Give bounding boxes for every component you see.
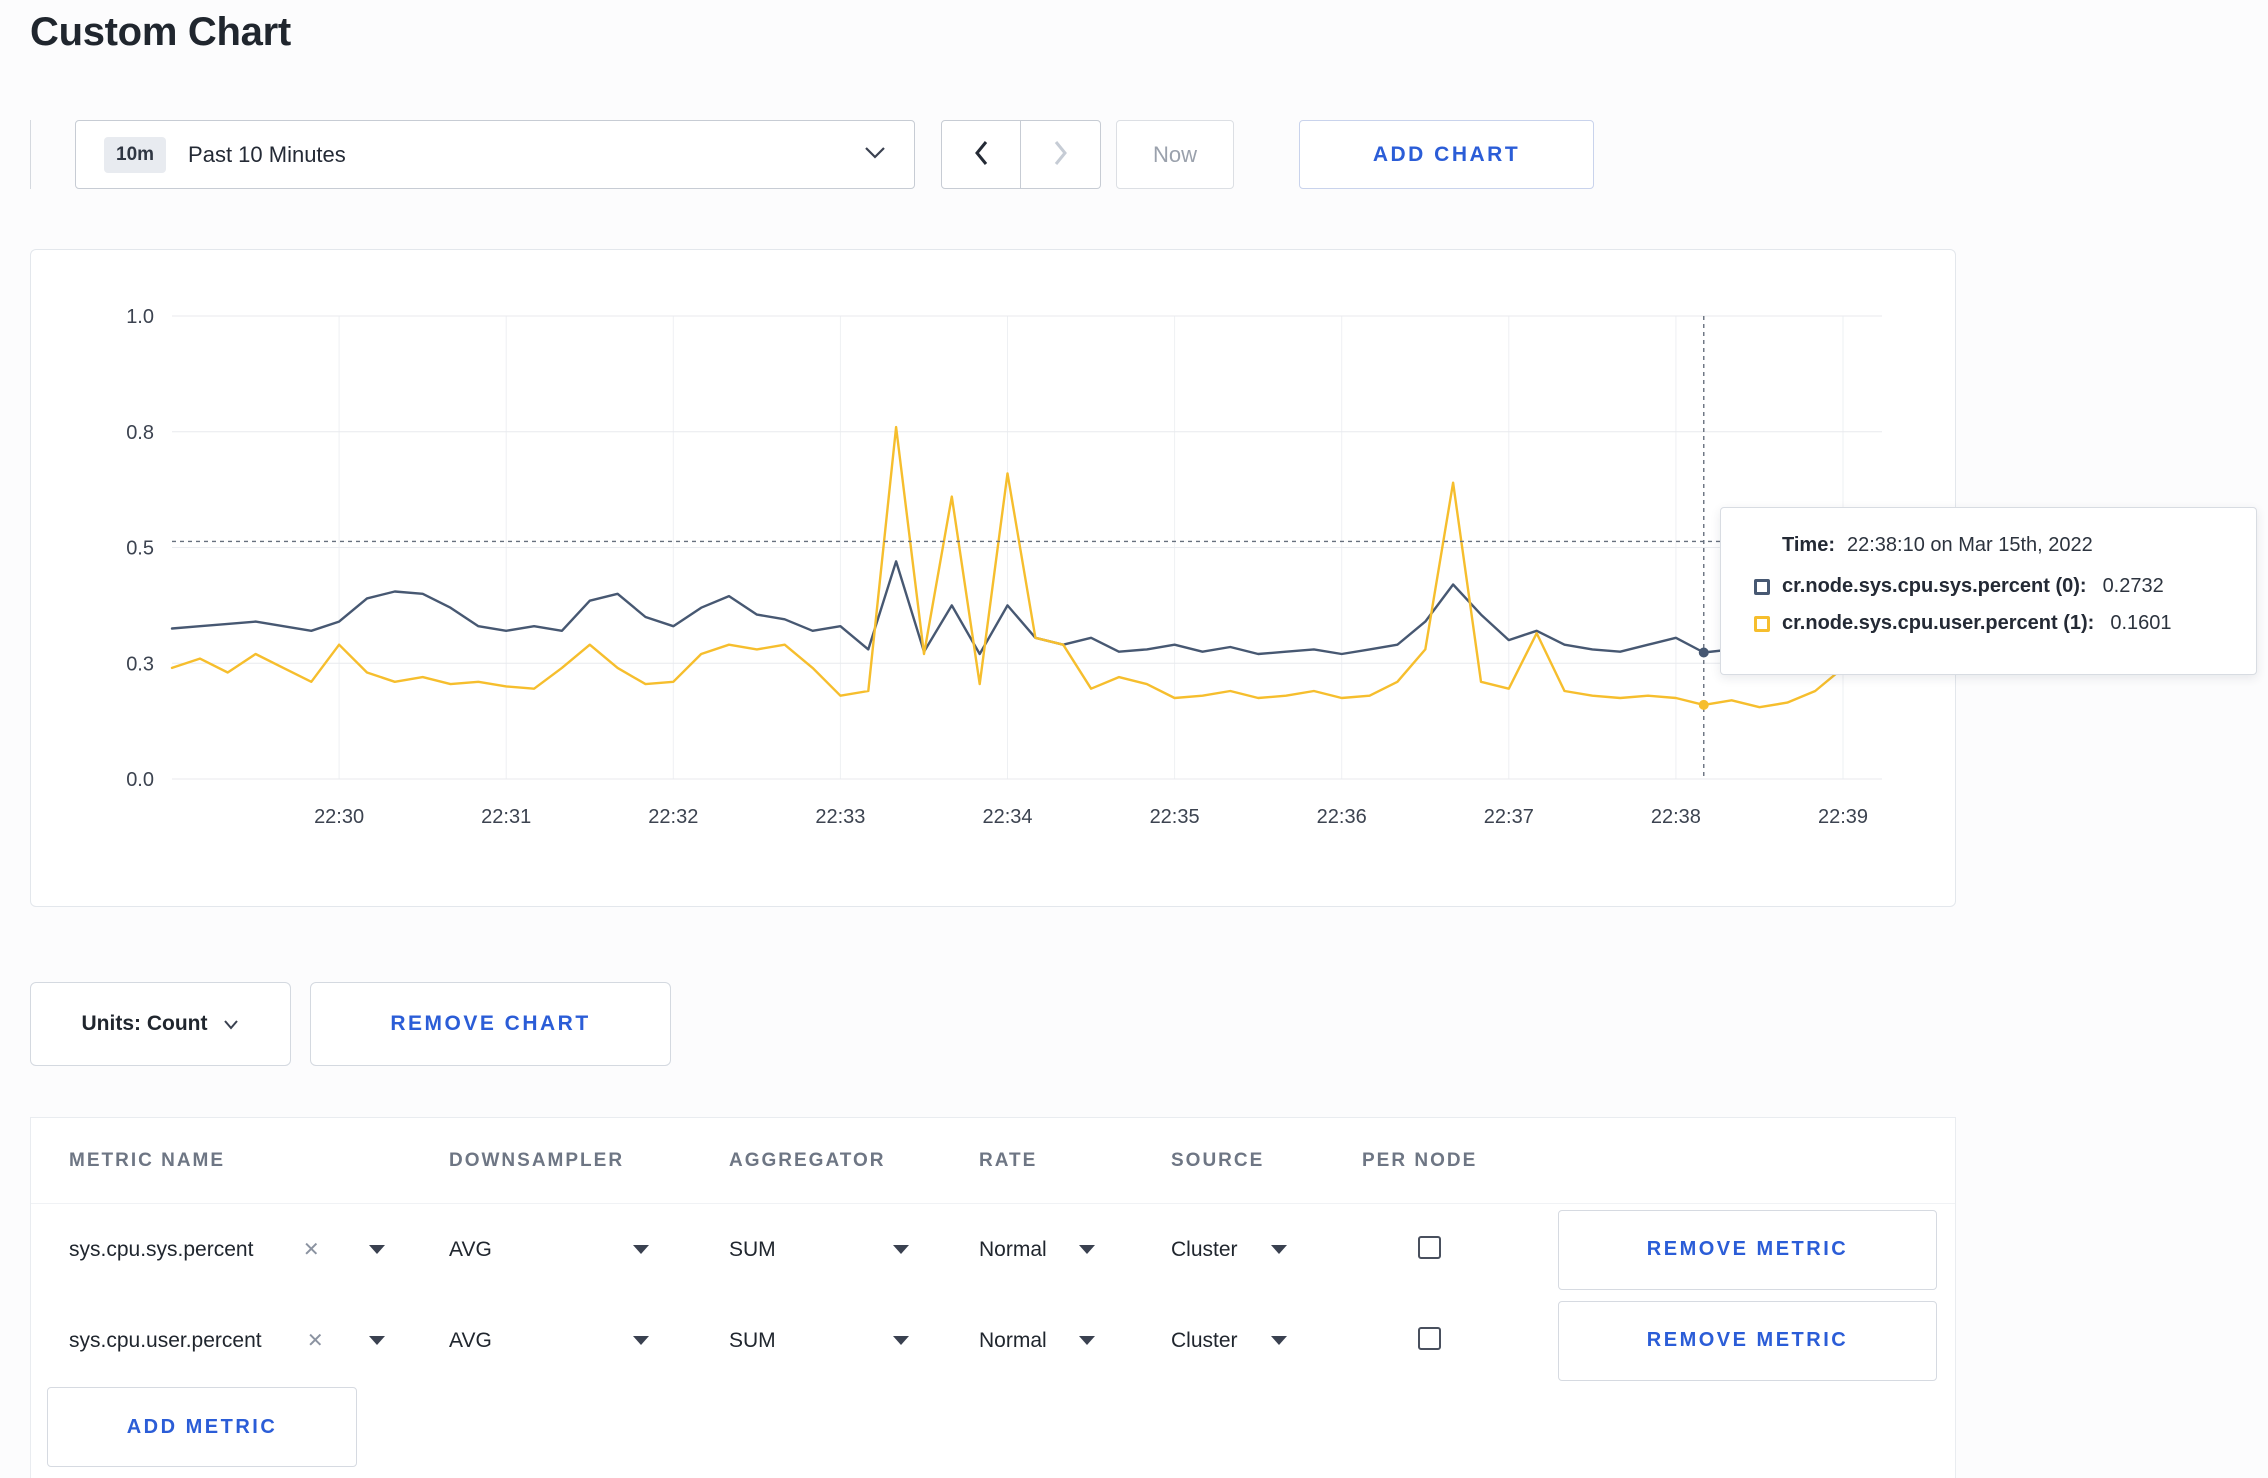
metric-row: sys.cpu.user.percent ✕ AVG SUM Normal Cl… — [31, 1295, 1955, 1386]
svg-text:22:32: 22:32 — [648, 806, 698, 828]
svg-text:22:39: 22:39 — [1818, 806, 1868, 828]
caret-down-icon — [893, 1245, 909, 1254]
tooltip-time: Time: 22:38:10 on Mar 15th, 2022 — [1754, 534, 2228, 557]
source-label: Cluster — [1171, 1328, 1238, 1352]
time-range-select[interactable]: 10m Past 10 Minutes — [75, 120, 915, 189]
aggregator-select[interactable]: SUM — [729, 1238, 909, 1262]
tooltip-series-name: cr.node.sys.cpu.user.percent (1): — [1782, 612, 2095, 634]
prev-time-button[interactable] — [941, 120, 1021, 189]
svg-text:22:33: 22:33 — [815, 806, 865, 828]
tooltip-row: cr.node.sys.cpu.sys.percent (0): 0.2732 — [1754, 575, 2228, 598]
source-label: Cluster — [1171, 1237, 1238, 1261]
caret-down-icon — [1271, 1245, 1287, 1254]
svg-text:0.0: 0.0 — [126, 769, 154, 791]
now-button[interactable]: Now — [1116, 120, 1234, 189]
clear-metric-icon[interactable]: ✕ — [303, 1237, 320, 1262]
per-node-checkbox[interactable] — [1418, 1326, 1441, 1350]
page-title: Custom Chart — [30, 10, 291, 54]
caret-down-icon — [633, 1336, 649, 1345]
caret-down-icon — [633, 1245, 649, 1254]
col-header-rate: RATE — [979, 1149, 1038, 1171]
col-header-per-node: PER NODE — [1362, 1149, 1478, 1171]
rate-label: Normal — [979, 1237, 1047, 1261]
aggregator-select[interactable]: SUM — [729, 1329, 909, 1353]
toolbar-divider — [30, 120, 31, 189]
tooltip-time-label: Time: — [1782, 534, 1835, 556]
rate-select[interactable]: Normal — [979, 1329, 1095, 1353]
per-node-checkbox[interactable] — [1418, 1235, 1441, 1259]
svg-text:22:31: 22:31 — [481, 806, 531, 828]
time-nav-group — [941, 120, 1101, 189]
tooltip-series-name: cr.node.sys.cpu.sys.percent (0): — [1782, 575, 2087, 597]
svg-text:22:35: 22:35 — [1150, 806, 1200, 828]
rate-label: Normal — [979, 1328, 1047, 1352]
col-header-metric-name: METRIC NAME — [69, 1149, 226, 1171]
units-select-button[interactable]: Units: Count — [30, 982, 291, 1066]
tooltip-time-value: 22:38:10 on Mar 15th, 2022 — [1846, 534, 2093, 556]
downsampler-label: AVG — [449, 1237, 492, 1261]
col-header-source: SOURCE — [1171, 1149, 1265, 1171]
metric-name-label: sys.cpu.user.percent — [69, 1328, 262, 1352]
chevron-right-icon — [1052, 138, 1070, 171]
add-metric-button[interactable]: ADD METRIC — [47, 1387, 357, 1467]
metrics-table-header: METRIC NAME DOWNSAMPLER AGGREGATOR RATE … — [31, 1118, 1955, 1204]
caret-down-icon — [368, 1245, 385, 1254]
source-select[interactable]: Cluster — [1171, 1238, 1287, 1262]
caret-down-icon — [893, 1336, 909, 1345]
toolbar: 10m Past 10 Minutes Now ADD CHART — [30, 120, 1594, 189]
chart-tooltip: Time: 22:38:10 on Mar 15th, 2022 cr.node.… — [1720, 507, 2257, 675]
svg-text:0.8: 0.8 — [126, 422, 154, 444]
svg-text:22:30: 22:30 — [314, 806, 364, 828]
svg-text:22:37: 22:37 — [1484, 806, 1534, 828]
tooltip-row: cr.node.sys.cpu.user.percent (1): 0.1601 — [1754, 612, 2228, 635]
remove-chart-button[interactable]: REMOVE CHART — [310, 982, 671, 1066]
svg-text:22:38: 22:38 — [1651, 806, 1701, 828]
chevron-down-icon — [864, 145, 886, 164]
chart-controls: Units: Count REMOVE CHART — [30, 982, 671, 1066]
metric-name-select[interactable]: sys.cpu.sys.percent ✕ — [69, 1237, 385, 1262]
caret-down-icon — [369, 1336, 385, 1345]
metric-name-label: sys.cpu.sys.percent — [69, 1237, 254, 1261]
downsampler-select[interactable]: AVG — [449, 1329, 649, 1353]
caret-down-icon — [1079, 1245, 1095, 1254]
metric-row: sys.cpu.sys.percent ✕ AVG SUM Normal Clu… — [31, 1204, 1955, 1295]
downsampler-label: AVG — [449, 1328, 492, 1352]
downsampler-select[interactable]: AVG — [449, 1238, 649, 1262]
aggregator-label: SUM — [729, 1237, 776, 1261]
time-range-label: Past 10 Minutes — [188, 141, 346, 167]
metrics-table: METRIC NAME DOWNSAMPLER AGGREGATOR RATE … — [30, 1117, 1956, 1478]
add-chart-button[interactable]: ADD CHART — [1299, 120, 1594, 189]
remove-metric-button[interactable]: REMOVE METRIC — [1558, 1209, 1937, 1290]
source-select[interactable]: Cluster — [1171, 1329, 1287, 1353]
tooltip-series-value: 0.1601 — [2110, 612, 2172, 634]
svg-text:1.0: 1.0 — [126, 306, 154, 328]
svg-text:22:34: 22:34 — [982, 806, 1032, 828]
tooltip-swatch-1 — [1754, 615, 1770, 632]
rate-select[interactable]: Normal — [979, 1238, 1095, 1262]
col-header-downsampler: DOWNSAMPLER — [449, 1149, 625, 1171]
caret-down-icon — [1271, 1336, 1287, 1345]
svg-text:0.3: 0.3 — [126, 653, 154, 675]
time-range-badge: 10m — [104, 136, 167, 173]
remove-metric-button[interactable]: REMOVE METRIC — [1558, 1300, 1937, 1381]
next-time-button[interactable] — [1021, 120, 1101, 189]
chevron-down-icon — [223, 1012, 239, 1036]
svg-text:0.5: 0.5 — [126, 538, 154, 560]
metric-name-select[interactable]: sys.cpu.user.percent ✕ — [69, 1328, 385, 1353]
aggregator-label: SUM — [729, 1328, 776, 1352]
units-label: Units: Count — [81, 1012, 208, 1035]
timeseries-chart[interactable]: 0.0 0.3 0.5 0.8 1.0 22:30 22:31 22:32 22:33 22:34… — [31, 250, 1955, 906]
clear-metric-icon[interactable]: ✕ — [307, 1328, 324, 1353]
col-header-aggregator: AGGREGATOR — [729, 1149, 886, 1171]
caret-down-icon — [1079, 1336, 1095, 1345]
chevron-left-icon — [972, 138, 990, 171]
tooltip-series-value: 0.2732 — [2102, 575, 2164, 597]
chart-card: 0.0 0.3 0.5 0.8 1.0 22:30 22:31 22:32 22:33 22:34… — [30, 249, 1956, 907]
tooltip-swatch-0 — [1754, 578, 1770, 595]
svg-text:22:36: 22:36 — [1317, 806, 1367, 828]
